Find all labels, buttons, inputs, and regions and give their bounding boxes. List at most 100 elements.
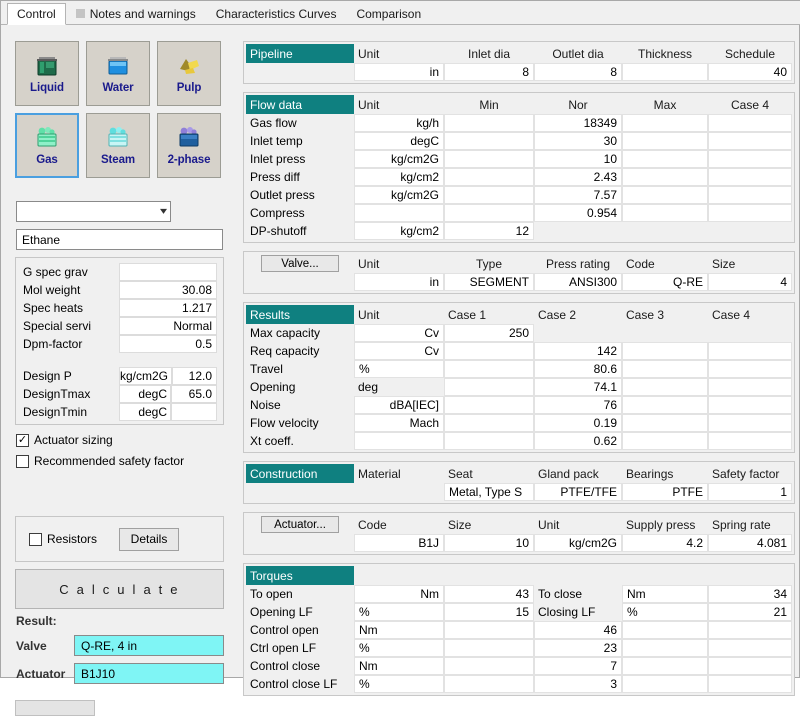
torques-row-value-blank[interactable] — [444, 657, 534, 675]
checkbox-recommended-safety-factor[interactable]: Recommended safety factor — [16, 454, 184, 468]
property-value[interactable]: 30.08 — [119, 281, 217, 299]
torques-row-value-blank[interactable] — [444, 639, 534, 657]
flow-row-min[interactable] — [444, 132, 534, 150]
design-value[interactable] — [171, 403, 217, 421]
flow-row-case4[interactable] — [708, 132, 792, 150]
construction-value-material[interactable] — [354, 483, 444, 501]
flow-row-max[interactable] — [622, 168, 708, 186]
fluid-button-gas[interactable]: Gas — [15, 113, 79, 178]
results-row-case3[interactable] — [622, 378, 708, 396]
flow-row-nor[interactable]: 7.57 — [534, 186, 622, 204]
valve-value-size[interactable]: 4 — [708, 273, 792, 291]
results-row-case1[interactable]: 250 — [444, 324, 534, 342]
tab-comparison[interactable]: Comparison — [346, 2, 432, 24]
torques-row-unit[interactable]: Nm — [354, 621, 444, 639]
flow-row-nor[interactable]: 2.43 — [534, 168, 622, 186]
results-row-case1[interactable] — [444, 396, 534, 414]
flow-row-nor[interactable]: 30 — [534, 132, 622, 150]
results-row-case3[interactable] — [622, 324, 708, 342]
property-value[interactable]: 1.217 — [119, 299, 217, 317]
torques-row-value-2[interactable]: 34 — [708, 585, 792, 603]
flow-row-unit[interactable]: kg/cm2 — [354, 222, 444, 240]
torques-row-value[interactable]: 15 — [444, 603, 534, 621]
tab-notes-and-warnings[interactable]: Notes and warnings — [65, 2, 206, 24]
results-row-case3[interactable] — [622, 396, 708, 414]
flow-row-case4[interactable] — [708, 150, 792, 168]
actuator-value-size[interactable]: 10 — [444, 534, 534, 552]
results-row-case2[interactable]: 0.62 — [534, 432, 622, 450]
torques-row-unit[interactable]: Nm — [354, 585, 444, 603]
valve-button[interactable]: Valve... — [261, 255, 339, 272]
actuator-value-spring-rate[interactable]: 4.081 — [708, 534, 792, 552]
tab-control[interactable]: Control — [7, 3, 66, 25]
results-row-unit[interactable]: Cv — [354, 342, 444, 360]
torques-row-value[interactable]: 43 — [444, 585, 534, 603]
checkbox-actuator-sizing[interactable]: ✓ Actuator sizing — [16, 433, 113, 447]
flow-row-case4[interactable] — [708, 204, 792, 222]
results-row-case2[interactable]: 80.6 — [534, 360, 622, 378]
results-row-case2[interactable]: 0.19 — [534, 414, 622, 432]
torques-row-unit-2[interactable]: Nm — [622, 585, 708, 603]
torques-row-value[interactable]: 23 — [534, 639, 622, 657]
pipeline-value-outlet-dia[interactable]: 8 — [534, 63, 622, 81]
torques-row-unit[interactable]: Nm — [354, 657, 444, 675]
torques-row-value[interactable]: 7 — [534, 657, 622, 675]
flow-row-unit[interactable]: kg/cm2 — [354, 168, 444, 186]
results-row-unit[interactable]: deg — [354, 378, 444, 396]
results-row-case1[interactable] — [444, 378, 534, 396]
flow-row-unit[interactable]: kg/cm2G — [354, 150, 444, 168]
pipeline-value-thickness[interactable] — [622, 63, 708, 81]
valve-value-unit[interactable]: in — [354, 273, 444, 291]
flow-row-min[interactable] — [444, 204, 534, 222]
actuator-button[interactable]: Actuator... — [261, 516, 339, 533]
flow-row-unit[interactable]: degC — [354, 132, 444, 150]
results-row-case2[interactable]: 76 — [534, 396, 622, 414]
tab-characteristics-curves[interactable]: Characteristics Curves — [205, 2, 347, 24]
results-row-case3[interactable] — [622, 342, 708, 360]
results-row-unit[interactable]: % — [354, 360, 444, 378]
flow-row-case4[interactable] — [708, 168, 792, 186]
flow-row-unit[interactable] — [354, 204, 444, 222]
flow-row-min[interactable] — [444, 114, 534, 132]
flow-row-max[interactable] — [622, 132, 708, 150]
construction-value-seat[interactable]: Metal, Type S — [444, 483, 534, 501]
flow-row-nor[interactable]: 18349 — [534, 114, 622, 132]
results-row-case1[interactable] — [444, 342, 534, 360]
results-row-case4[interactable] — [708, 378, 792, 396]
construction-value-safety-factor[interactable]: 1 — [708, 483, 792, 501]
results-row-case3[interactable] — [622, 360, 708, 378]
flow-row-max[interactable] — [622, 114, 708, 132]
flow-row-min[interactable] — [444, 168, 534, 186]
flow-row-unit[interactable]: kg/h — [354, 114, 444, 132]
flow-row-max[interactable] — [622, 204, 708, 222]
flow-row-case4[interactable] — [708, 186, 792, 204]
property-value[interactable]: 0.5 — [119, 335, 217, 353]
results-row-case1[interactable] — [444, 414, 534, 432]
results-row-case1[interactable] — [444, 360, 534, 378]
flow-row-case4[interactable] — [708, 222, 792, 240]
results-row-case4[interactable] — [708, 432, 792, 450]
fluid-button-liquid[interactable]: Liquid — [15, 41, 79, 106]
results-row-case4[interactable] — [708, 396, 792, 414]
actuator-value-unit[interactable]: kg/cm2G — [534, 534, 622, 552]
fluid-select-combo[interactable]: ▾ — [16, 201, 171, 222]
flow-row-min[interactable]: 12 — [444, 222, 534, 240]
torques-row-blank-4[interactable] — [622, 621, 708, 639]
property-value[interactable] — [119, 263, 217, 281]
fluid-button-water[interactable]: Water — [86, 41, 150, 106]
results-row-case4[interactable] — [708, 342, 792, 360]
torques-row-unit[interactable]: % — [354, 603, 444, 621]
pipeline-value-schedule[interactable]: 40 — [708, 63, 792, 81]
details-button[interactable]: Details — [119, 527, 180, 551]
partial-bottom-button[interactable] — [15, 700, 95, 716]
torques-row-value-blank[interactable] — [444, 621, 534, 639]
fluid-button-steam[interactable]: Steam — [86, 113, 150, 178]
fluid-button-pulp[interactable]: Pulp — [157, 41, 221, 106]
construction-value-gland-pack[interactable]: PTFE/TFE — [534, 483, 622, 501]
property-value[interactable]: Normal — [119, 317, 217, 335]
flow-row-case4[interactable] — [708, 114, 792, 132]
torques-row-unit[interactable]: % — [354, 639, 444, 657]
fluid-name-input[interactable]: Ethane — [16, 229, 223, 250]
torques-row-blank-5[interactable] — [708, 657, 792, 675]
fluid-button-2-phase[interactable]: 2-phase — [157, 113, 221, 178]
